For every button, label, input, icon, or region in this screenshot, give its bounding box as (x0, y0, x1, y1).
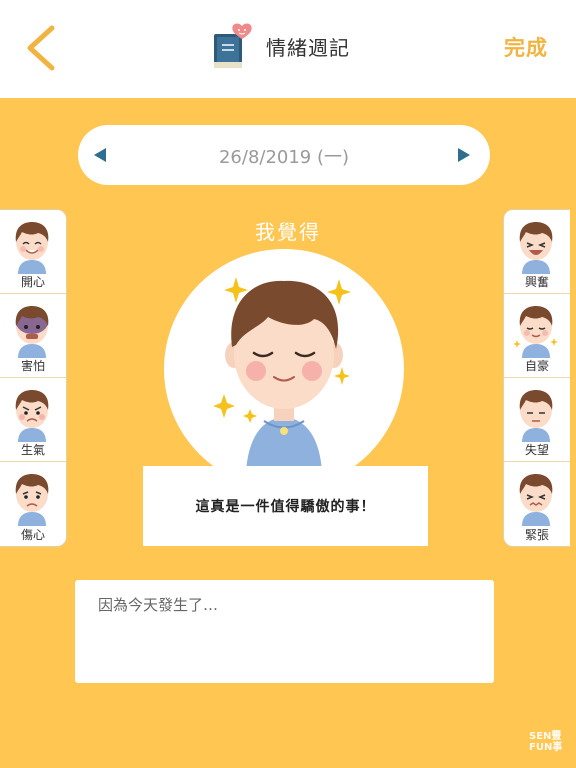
logo-line-1: SEN豐 (529, 731, 562, 742)
disappointed-face-icon (519, 390, 553, 442)
reason-note-input[interactable]: 因為今天發生了… (75, 580, 494, 683)
emotion-panel-left: 開心 害怕 生氣 傷心 (0, 209, 67, 547)
date-label: 26/8/2019 (一) (218, 147, 350, 168)
selected-emotion-display (164, 249, 404, 489)
emotion-scared[interactable]: 害怕 (0, 294, 66, 378)
nervous-face-icon (519, 474, 553, 526)
emotion-sad[interactable]: 傷心 (0, 462, 66, 546)
emotion-message: 這真是一件值得驕傲的事！ (195, 499, 376, 515)
app-header: 情緒週記 完成 (0, 0, 576, 98)
emotion-angry[interactable]: 生氣 (0, 378, 66, 462)
proud-boy-illustration (213, 277, 351, 489)
back-button[interactable] (20, 22, 64, 74)
sen-fun-logo: SEN豐 FUN事 (529, 731, 562, 753)
heart-book-icon (214, 23, 252, 68)
sad-face-icon (15, 474, 49, 526)
emotion-nervous[interactable]: 緊張 (504, 462, 570, 546)
logo-line-2: FUN事 (529, 742, 563, 753)
feel-heading: 我覺得 (255, 220, 321, 244)
angry-face-icon (15, 390, 49, 442)
emotion-label: 緊張 (524, 528, 549, 542)
date-selector: 26/8/2019 (一) (78, 125, 490, 185)
emotion-disappointed[interactable]: 失望 (504, 378, 570, 462)
emotion-label: 興奮 (524, 275, 549, 289)
done-button[interactable]: 完成 (504, 32, 548, 62)
emotion-happy[interactable]: 開心 (0, 210, 66, 294)
reason-note-placeholder: 因為今天發生了… (98, 596, 219, 614)
emotion-label: 傷心 (20, 528, 45, 542)
emotion-panel-right: 興奮 自豪 失望 緊張 (503, 209, 570, 547)
happy-face-icon (15, 222, 49, 274)
emotion-label: 害怕 (20, 359, 45, 373)
emotion-label: 自豪 (524, 359, 549, 373)
excited-face-icon (519, 222, 553, 274)
chevron-left-icon (27, 25, 55, 71)
proud-face-icon (514, 306, 558, 358)
emotion-excited[interactable]: 興奮 (504, 210, 570, 294)
emotion-label: 開心 (20, 275, 45, 289)
next-date-arrow-icon[interactable] (454, 147, 472, 163)
scared-face-icon (15, 306, 49, 358)
page-title: 情緒週記 (266, 35, 350, 60)
header-title-group: 情緒週記 (212, 22, 350, 70)
emotion-proud[interactable]: 自豪 (504, 294, 570, 378)
emotion-label: 失望 (524, 443, 549, 457)
emotion-message-box: 這真是一件值得驕傲的事！ (143, 466, 428, 546)
emotion-label: 生氣 (20, 443, 45, 457)
